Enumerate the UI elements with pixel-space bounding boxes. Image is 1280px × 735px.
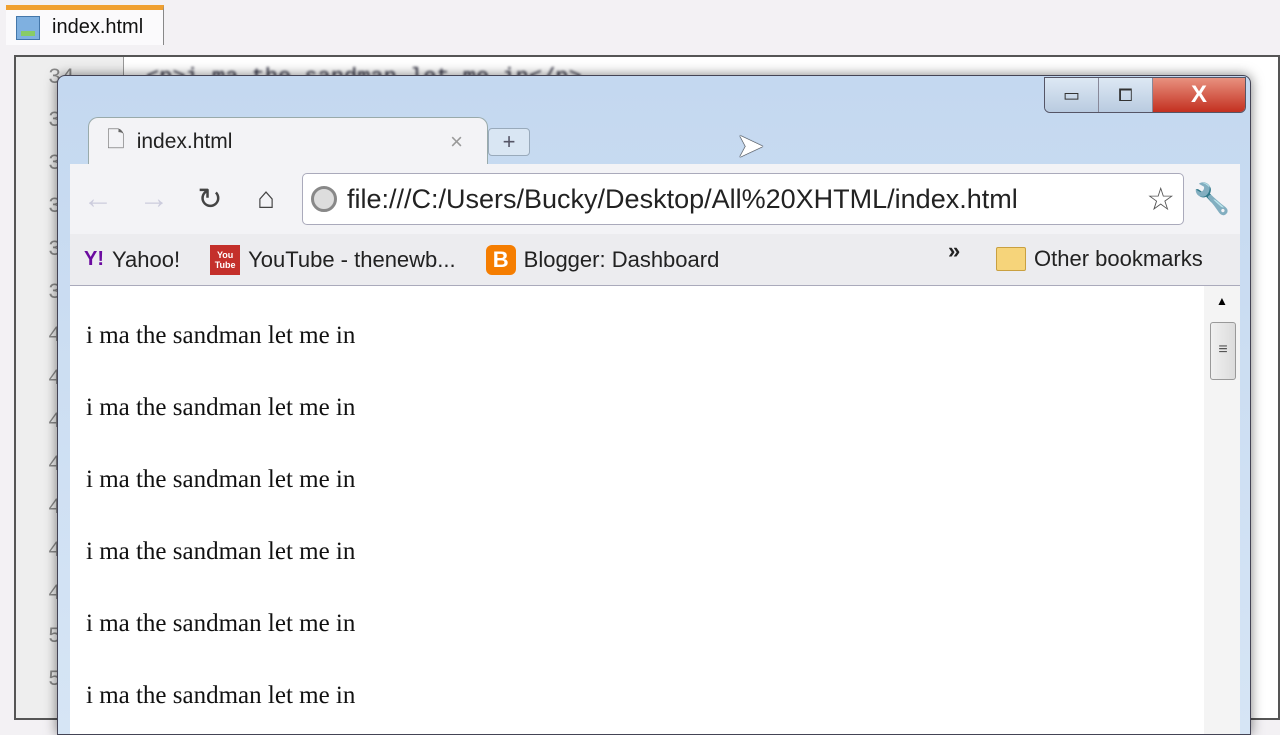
close-tab-icon[interactable]: × <box>450 129 463 155</box>
blogger-icon: B <box>485 244 516 275</box>
forward-button[interactable]: → <box>126 182 182 216</box>
tab-title: index.html <box>136 129 233 153</box>
address-text: file:///C:/Users/Bucky/Desktop/All%20XHT… <box>347 183 1018 214</box>
bookmark-yahoo[interactable]: Y! Yahoo! <box>84 247 180 273</box>
other-bookmarks[interactable]: Other bookmarks <box>996 246 1203 272</box>
youtube-icon: You Tube <box>210 244 241 275</box>
bookmark-star-icon[interactable]: ☆ <box>1146 180 1175 218</box>
paragraph: i ma the sandman let me in <box>86 466 356 493</box>
bookmarks-overflow-button[interactable]: » <box>948 238 960 264</box>
editor-tab-title: index.html <box>52 16 144 38</box>
editor-tab[interactable]: index.html <box>6 5 164 45</box>
reload-button[interactable]: ↻ <box>182 182 238 217</box>
new-tab-button[interactable]: + <box>488 128 530 156</box>
paragraph: i ma the sandman let me in <box>86 538 356 565</box>
bookmarks-bar: Y! Yahoo! You Tube YouTube - thenewb... BB… <box>70 234 1240 286</box>
wrench-menu-icon[interactable]: 🔧 <box>1184 182 1240 217</box>
browser-window: ▭ ⧠ X 🗋 index.html × + ➤ ← → ↻ ⌂ file://… <box>57 75 1251 735</box>
paragraph: i ma the sandman let me in <box>86 610 356 637</box>
folder-icon <box>996 247 1026 271</box>
address-bar[interactable]: file:///C:/Users/Bucky/Desktop/All%20XHT… <box>302 173 1184 225</box>
close-window-button[interactable]: X <box>1153 78 1245 112</box>
home-button[interactable]: ⌂ <box>238 182 294 216</box>
save-file-icon <box>16 15 40 40</box>
page-icon: 🗋 <box>107 126 125 152</box>
page-content: ▲ ≡ i ma the sandman let me in i ma the s… <box>70 286 1240 734</box>
maximize-button[interactable]: ⧠ <box>1099 78 1153 112</box>
tab-index-html[interactable]: 🗋 index.html × <box>88 117 488 165</box>
vertical-scrollbar[interactable]: ▲ ≡ <box>1204 286 1240 734</box>
back-button[interactable]: ← <box>70 182 126 216</box>
scrollbar-thumb[interactable]: ≡ <box>1210 322 1236 380</box>
bookmark-blogger[interactable]: B Blogger: Dashboard <box>485 244 719 275</box>
globe-icon <box>311 186 337 212</box>
paragraph: i ma the sandman let me in <box>86 322 356 349</box>
scroll-up-arrow-icon[interactable]: ▲ <box>1204 286 1240 308</box>
paragraph: i ma the sandman let me in <box>86 682 356 709</box>
bookmark-youtube[interactable]: You Tube YouTube - thenewb... <box>210 244 456 275</box>
paragraph: i ma the sandman let me in <box>86 394 356 421</box>
mouse-cursor-icon: ➤ <box>736 127 765 165</box>
yahoo-icon: Y! <box>84 248 104 270</box>
minimize-button[interactable]: ▭ <box>1045 78 1099 112</box>
